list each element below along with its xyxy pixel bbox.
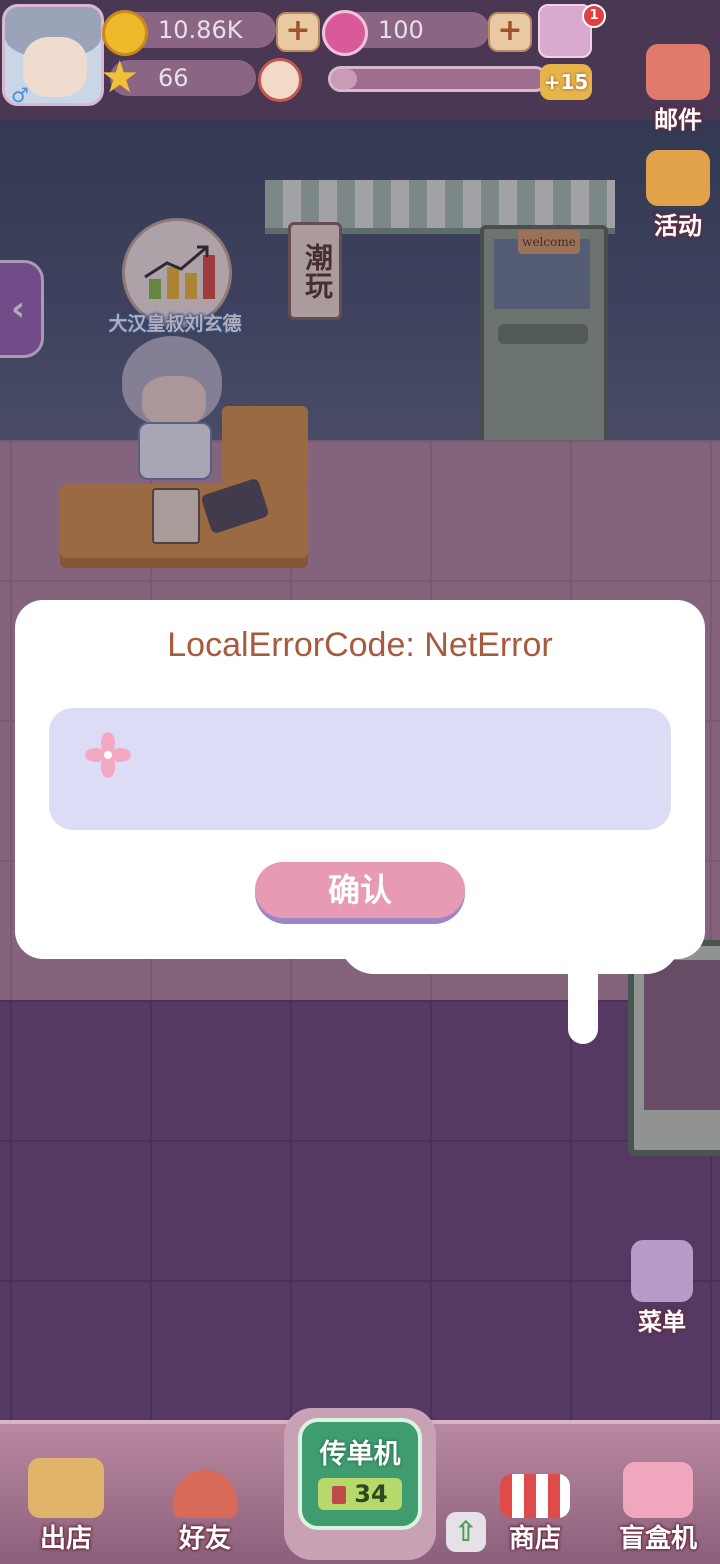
leave-shop-label: 出店 (39, 1524, 92, 1554)
heart-arrow-icon (173, 1470, 237, 1518)
dialog-drip (340, 940, 680, 974)
treasure-chest-icon (646, 150, 710, 206)
player-avatar[interactable]: ♂ (2, 4, 104, 106)
mail-label: 邮件 (654, 106, 702, 134)
star-amount: 66 (158, 64, 189, 92)
gem-amount: 100 (378, 16, 424, 44)
top-status-bar: ♂ 10.86K + 100 + 1 66 ★ +15 (0, 0, 720, 116)
storefront-icon (500, 1474, 570, 1518)
upgrade-arrow-button[interactable]: ⇧ (446, 1512, 486, 1552)
coin-icon (102, 10, 148, 56)
blind-box-icon (623, 1462, 693, 1518)
male-gender-icon: ♂ (11, 83, 29, 106)
friends-button[interactable]: 好友 (160, 1470, 250, 1555)
add-coins-button[interactable]: + (276, 12, 320, 52)
flyer-machine-button[interactable]: 传单机 34 (284, 1408, 436, 1560)
shop-button[interactable]: 商店 (490, 1474, 580, 1555)
experience-progress-bar (328, 66, 548, 92)
blind-box-machine-button[interactable]: 盲盒机 (606, 1462, 710, 1555)
friends-label: 好友 (178, 1524, 231, 1554)
mail-button[interactable]: 邮件 (636, 44, 720, 135)
activity-label: 活动 (654, 212, 702, 240)
flyer-count: 34 (318, 1478, 402, 1510)
error-dialog: LocalErrorCode: NetError 确认 (15, 600, 705, 959)
flyer-count-value: 34 (354, 1480, 388, 1508)
mail-icon (646, 44, 710, 100)
dialog-title: LocalErrorCode: NetError (167, 626, 553, 664)
crown-gem-icon (322, 10, 368, 56)
menu-label: 菜单 (638, 1308, 686, 1336)
star-icon: ★ (100, 52, 140, 103)
menu-button[interactable]: 菜单 (624, 1240, 700, 1337)
menu-clipboard-icon (631, 1240, 693, 1302)
shop-label: 商店 (508, 1524, 561, 1554)
flyer-icon (332, 1486, 347, 1504)
confirm-button[interactable]: 确认 (255, 862, 465, 924)
confirm-label: 确认 (255, 862, 465, 918)
map-exit-icon (28, 1458, 104, 1518)
cleaning-broom-icon[interactable] (258, 58, 302, 102)
notification-badge: 1 (582, 4, 606, 28)
flyer-machine-label: 传单机 (319, 1439, 401, 1470)
add-gems-button[interactable]: + (488, 12, 532, 52)
dialog-drip-drop (568, 960, 598, 1044)
blind-box-label: 盲盒机 (618, 1524, 697, 1554)
activity-button[interactable]: 活动 (636, 150, 720, 241)
coin-amount: 10.86K (158, 16, 243, 44)
flower-icon (85, 732, 131, 778)
level-bonus-badge: +15 (540, 64, 592, 100)
message-box (49, 708, 671, 830)
leave-shop-button[interactable]: 出店 (16, 1458, 116, 1555)
